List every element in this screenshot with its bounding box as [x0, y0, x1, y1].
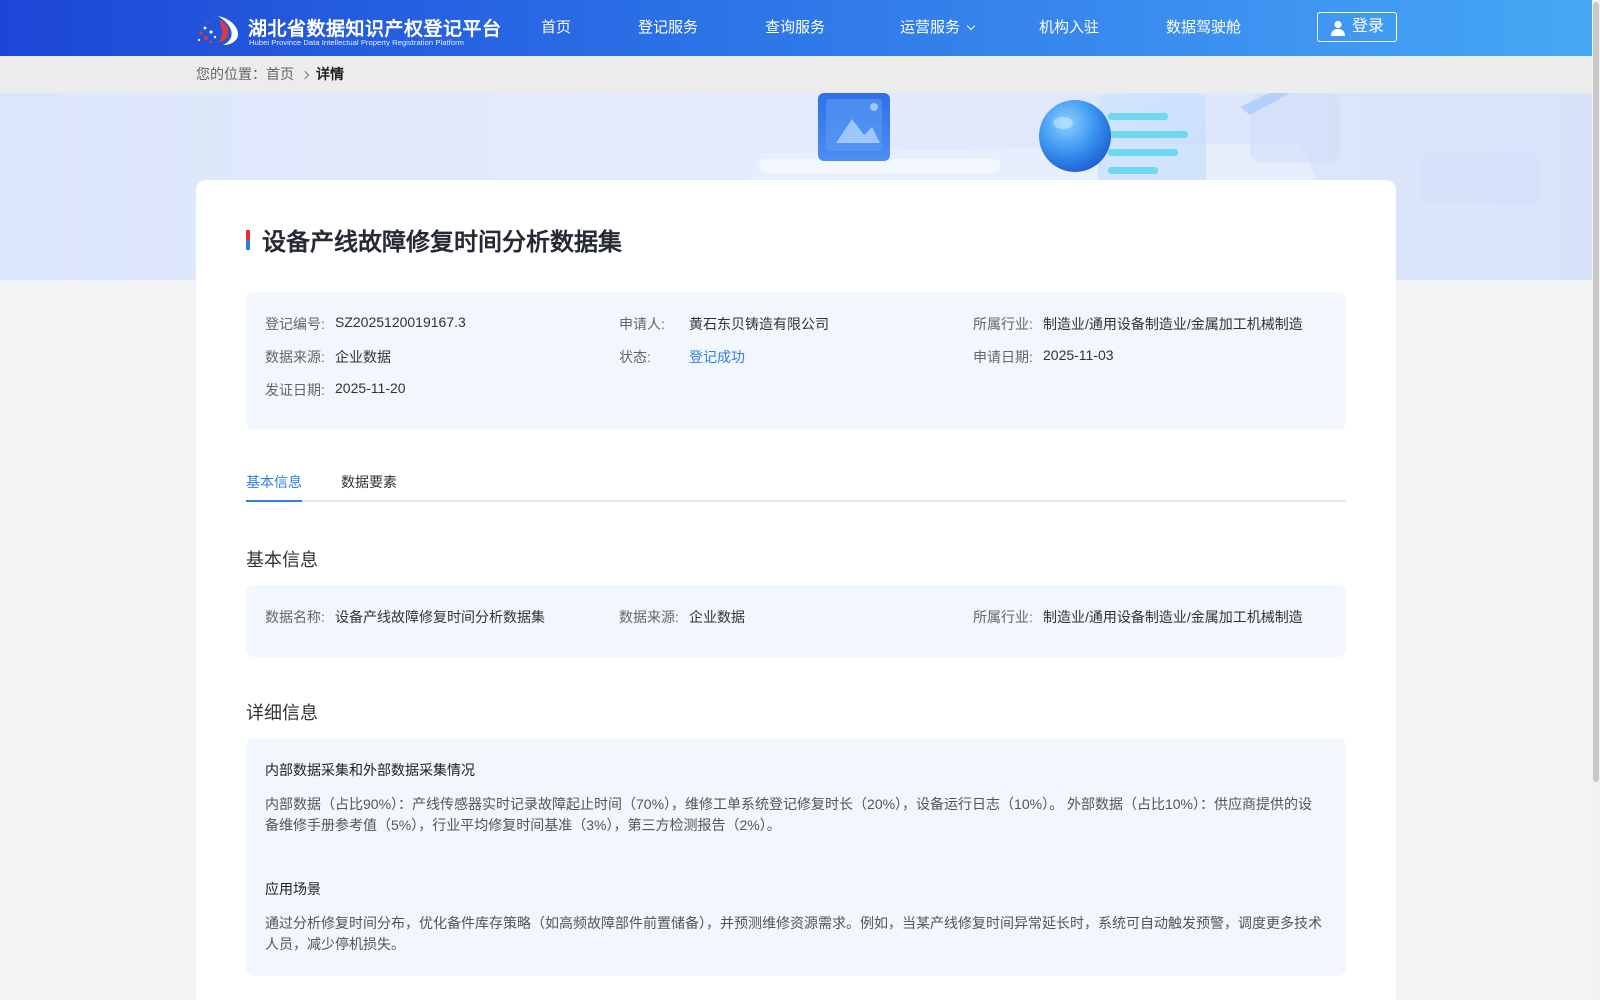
application-scenario-heading: 应用场景 — [265, 881, 321, 897]
chevron-right-icon — [300, 70, 310, 80]
info-key: 状态: — [619, 349, 651, 365]
top-header: 湖北省数据知识产权登记平台 Hubei Province Data Intell… — [0, 0, 1592, 56]
nav-operation-service[interactable]: 运营服务 — [900, 0, 976, 56]
info-key: 所属行业: — [973, 609, 1033, 625]
tab-data-elements[interactable]: 数据要素 — [341, 472, 397, 492]
application-scenario-text: 通过分析修复时间分布，优化备件库存策略（如高频故障部件前置储备），并预测维修资源… — [265, 915, 1322, 952]
nav-data-cockpit[interactable]: 数据驾驶舱 — [1166, 0, 1241, 56]
info-data-source: 数据来源: 企业数据 — [265, 347, 391, 367]
nav-home[interactable]: 首页 — [541, 0, 571, 56]
logo-title-en: Hubei Province Data Intellectual Propert… — [249, 38, 465, 47]
info-industry: 所属行业: 制造业/通用设备制造业/金属加工机械制造 — [973, 314, 1303, 334]
info-applicant: 申请人: 黄石东贝铸造有限公司 — [619, 314, 829, 334]
breadcrumb-current: 详情 — [316, 66, 344, 82]
logo-emblem-icon — [197, 16, 238, 45]
info-issue-date: 发证日期: 2025-11-20 — [265, 380, 406, 400]
login-button-label: 登录 — [1352, 18, 1385, 35]
nav-operation-service-label: 运营服务 — [900, 19, 961, 36]
info-status: 状态: 登记成功 — [619, 347, 745, 367]
info-apply-date: 申请日期: 2025-11-03 — [973, 347, 1114, 367]
info-value: 2025-11-20 — [335, 380, 406, 396]
info-value: 制造业/通用设备制造业/金属加工机械制造 — [1043, 316, 1303, 332]
info-key: 数据来源: — [619, 609, 679, 625]
data-collection-heading: 内部数据采集和外部数据采集情况 — [265, 762, 475, 778]
info-key: 申请人: — [619, 316, 665, 332]
breadcrumb-home-link[interactable]: 首页 — [266, 66, 294, 82]
detail-info-heading: 详细信息 — [246, 703, 318, 723]
basic-data-name: 数据名称: 设备产线故障修复时间分析数据集 — [265, 607, 545, 627]
info-value: 黄石东贝铸造有限公司 — [689, 316, 829, 332]
basic-info-panel: 数据名称: 设备产线故障修复时间分析数据集 数据来源: 企业数据 所属行业: 制… — [246, 585, 1346, 657]
breadcrumb-bar: 您的位置：首页 详情 — [0, 56, 1592, 93]
page-title: 设备产线故障修复时间分析数据集 — [262, 229, 622, 256]
active-tab-indicator — [246, 500, 302, 502]
info-key: 数据名称: — [265, 609, 325, 625]
user-icon — [1331, 20, 1345, 36]
info-value: SZ2025120019167.3 — [335, 314, 466, 330]
basic-data-source: 数据来源: 企业数据 — [619, 607, 745, 627]
status-badge: 登记成功 — [689, 349, 745, 365]
registration-summary: 登记编号: SZ2025120019167.3 申请人: 黄石东贝铸造有限公司 … — [246, 292, 1346, 430]
info-key: 数据来源: — [265, 349, 325, 365]
nav-registration-service[interactable]: 登记服务 — [638, 0, 698, 56]
info-key: 发证日期: — [265, 382, 325, 398]
info-registration-no: 登记编号: SZ2025120019167.3 — [265, 314, 466, 334]
info-key: 申请日期: — [973, 349, 1033, 365]
info-key: 所属行业: — [973, 316, 1033, 332]
breadcrumb-prefix: 您的位置： — [196, 66, 266, 82]
tab-basic-info[interactable]: 基本信息 — [246, 472, 302, 492]
info-value: 企业数据 — [335, 349, 391, 365]
nav-query-service[interactable]: 查询服务 — [765, 0, 825, 56]
nav-institution-entry[interactable]: 机构入驻 — [1039, 0, 1099, 56]
basic-info-heading: 基本信息 — [246, 550, 318, 570]
site-logo[interactable]: 湖北省数据知识产权登记平台 Hubei Province Data Intell… — [196, 12, 501, 48]
page-scrollbar-thumb[interactable] — [1593, 2, 1599, 782]
detail-card: 设备产线故障修复时间分析数据集 登记编号: SZ2025120019167.3 … — [196, 180, 1396, 1000]
breadcrumb: 您的位置：首页 详情 — [196, 56, 344, 93]
detail-tabs: 基本信息 数据要素 — [246, 472, 1346, 502]
basic-industry: 所属行业: 制造业/通用设备制造业/金属加工机械制造 — [973, 607, 1303, 627]
title-accent-bar — [246, 230, 250, 250]
detail-info-panel: 内部数据采集和外部数据采集情况 内部数据（占比90%）：产线传感器实时记录故障起… — [246, 738, 1346, 976]
info-value: 2025-11-03 — [1043, 347, 1114, 363]
logo-title-cn: 湖北省数据知识产权登记平台 — [248, 19, 502, 40]
info-key: 登记编号: — [265, 316, 325, 332]
login-button[interactable]: 登录 — [1317, 12, 1397, 42]
info-value: 企业数据 — [689, 609, 745, 625]
chevron-down-icon — [966, 21, 976, 31]
info-value: 制造业/通用设备制造业/金属加工机械制造 — [1043, 609, 1303, 625]
data-collection-text: 内部数据（占比90%）：产线传感器实时记录故障起止时间（70%），维修工单系统登… — [265, 796, 1312, 833]
info-value: 设备产线故障修复时间分析数据集 — [335, 609, 545, 625]
